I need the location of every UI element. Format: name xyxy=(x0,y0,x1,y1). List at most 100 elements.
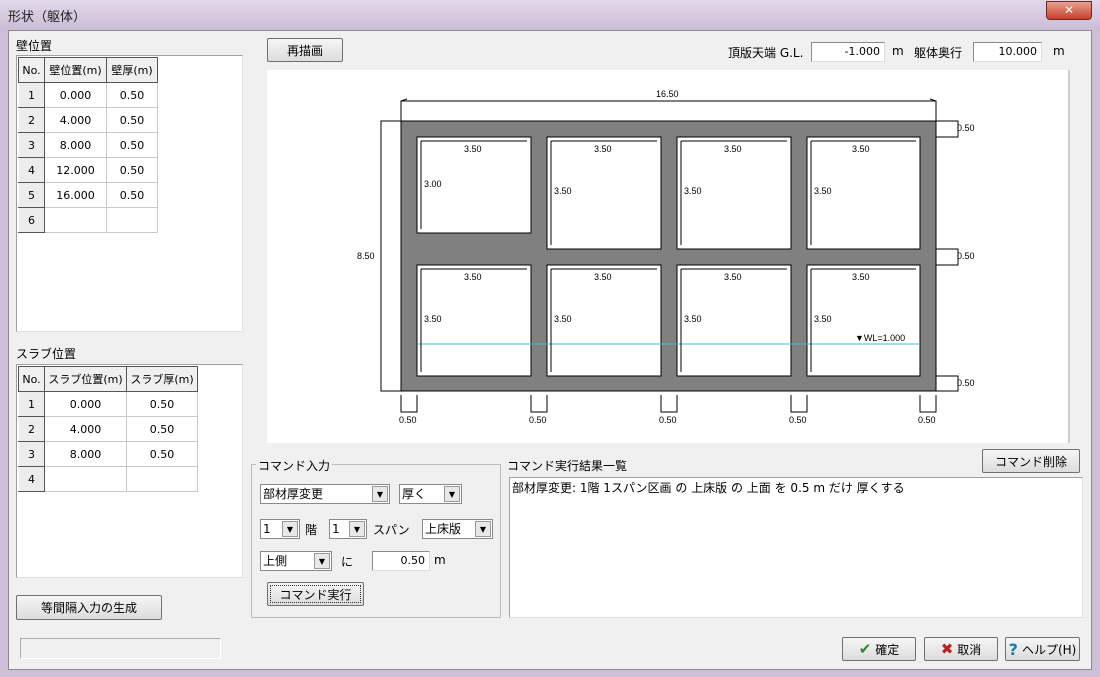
side-select[interactable]: 上側 ▼ xyxy=(260,551,332,571)
slab-table-panel: No. スラブ位置(m) スラブ厚(m) 1 0.000 0.50 2 4.000 0.50… xyxy=(16,364,243,578)
row-no: 4 xyxy=(18,157,45,183)
cell-height-label: 3.50 xyxy=(554,314,572,324)
ok-button[interactable]: ✔ 確定 xyxy=(842,637,916,661)
row-no: 1 xyxy=(18,82,45,108)
cell-height-label: 3.50 xyxy=(814,314,832,324)
chevron-down-icon: ▼ xyxy=(282,521,298,537)
checkmark-icon: ✔ xyxy=(858,640,872,658)
thickness-label: 0.50 xyxy=(957,251,975,261)
thickness-label: 0.50 xyxy=(789,415,807,425)
top-gl-input[interactable]: -1.000 xyxy=(811,42,885,62)
table-row: 4 xyxy=(18,466,198,492)
close-button[interactable]: ✕ xyxy=(1046,1,1092,20)
table-row: 2 4.000 0.50 xyxy=(18,107,158,133)
wall-thickness-cell[interactable]: 0.50 xyxy=(106,82,158,108)
drawing-canvas: 16.50 8.50 3.50 3.50 3.50 3.50 3.50 3.50… xyxy=(267,70,1070,443)
wall-position-cell[interactable]: 8.000 xyxy=(44,132,107,158)
ni-label: に xyxy=(341,555,354,569)
results-list[interactable]: 部材厚変更: 1階 1スパン区画 の 上床版 の 上面 を 0.5 m だけ 厚… xyxy=(509,477,1083,618)
direction-select[interactable]: 厚く ▼ xyxy=(399,484,462,504)
redraw-button[interactable]: 再描画 xyxy=(267,38,343,62)
slab-thickness-cell[interactable]: 0.50 xyxy=(126,391,198,417)
member-select[interactable]: 上床版 ▼ xyxy=(422,519,493,539)
result-line: 部材厚変更: 1階 1スパン区画 の 上床版 の 上面 を 0.5 m だけ 厚… xyxy=(512,481,905,495)
width-dimension xyxy=(400,98,937,121)
wall-thickness-cell[interactable]: 0.50 xyxy=(106,157,158,183)
top-gl-unit: m xyxy=(892,44,904,58)
cell-height-label: 3.50 xyxy=(554,186,572,196)
span-select[interactable]: 1 ▼ xyxy=(329,519,367,539)
col-header: スラブ厚(m) xyxy=(126,366,198,392)
row-no: 1 xyxy=(18,391,45,417)
floor-select[interactable]: 1 ▼ xyxy=(260,519,300,539)
depth-unit: m xyxy=(1053,44,1065,58)
wall-position-cell[interactable]: 4.000 xyxy=(44,107,107,133)
wall-position-cell[interactable]: 16.000 xyxy=(44,182,107,208)
thickness-label: 0.50 xyxy=(529,415,547,425)
cell-height-label: 3.50 xyxy=(424,314,442,324)
row-no: 4 xyxy=(18,466,45,492)
row-no: 6 xyxy=(18,207,45,233)
side-value: 上側 xyxy=(263,554,288,568)
span-label: 3.50 xyxy=(852,272,870,282)
span-label: 3.50 xyxy=(464,272,482,282)
generate-equal-spacing-button[interactable]: 等間隔入力の生成 xyxy=(16,595,162,620)
slab-thickness-cell[interactable]: 0.50 xyxy=(126,441,198,467)
amount-input[interactable]: 0.50 xyxy=(372,551,430,571)
slab-position-label: スラブ位置 xyxy=(16,347,77,361)
slab-position-cell[interactable]: 0.000 xyxy=(44,391,127,417)
help-button[interactable]: ? ヘルプ(H) xyxy=(1005,637,1080,661)
thickness-label: 0.50 xyxy=(659,415,677,425)
span-label: 3.50 xyxy=(464,144,482,154)
span-label: 3.50 xyxy=(594,144,612,154)
results-label: コマンド実行結果一覧 xyxy=(507,459,628,473)
wall-position-cell[interactable]: 0.000 xyxy=(44,82,107,108)
wall-position-cell[interactable] xyxy=(44,207,107,233)
floor-value: 1 xyxy=(263,522,271,536)
table-row: 5 16.000 0.50 xyxy=(18,182,158,208)
table-row: 1 0.000 0.50 xyxy=(18,391,198,417)
wall-thickness-cell[interactable]: 0.50 xyxy=(106,132,158,158)
wall-position-cell[interactable]: 12.000 xyxy=(44,157,107,183)
member-value: 上床版 xyxy=(425,522,462,536)
question-icon: ? xyxy=(1008,639,1018,659)
slab-position-cell[interactable] xyxy=(44,466,127,492)
wall-thickness-dims xyxy=(400,395,937,413)
table-row: 4 12.000 0.50 xyxy=(18,157,158,183)
span-label: 3.50 xyxy=(724,272,742,282)
wall-thickness-cell[interactable] xyxy=(106,207,158,233)
operation-select[interactable]: 部材厚変更 ▼ xyxy=(260,484,390,504)
col-header: No. xyxy=(18,57,45,83)
wall-position-label: 壁位置 xyxy=(16,39,53,53)
height-label: 8.50 xyxy=(357,251,375,261)
water-level-label: ▼WL=1.000 xyxy=(855,333,905,343)
span-label: 3.50 xyxy=(852,144,870,154)
wall-thickness-cell[interactable]: 0.50 xyxy=(106,107,158,133)
slab-position-cell[interactable]: 8.000 xyxy=(44,441,127,467)
cancel-label: 取消 xyxy=(957,642,982,657)
wall-table: No. 壁位置(m) 壁厚(m) 1 0.000 0.50 2 4.000 0.50 3 8.… xyxy=(18,57,158,233)
slab-thickness-cell[interactable] xyxy=(126,466,198,492)
execute-command-button[interactable]: コマンド実行 xyxy=(267,582,364,606)
cancel-button[interactable]: ✖ 取消 xyxy=(924,637,998,661)
chevron-down-icon: ▼ xyxy=(372,486,388,502)
top-gl-label: 頂版天端 G.L. xyxy=(728,46,804,60)
table-row: 3 8.000 0.50 xyxy=(18,132,158,158)
depth-label: 躯体奥行 xyxy=(914,46,963,60)
window-title: 形状（躯体） xyxy=(8,10,87,25)
cell-height-label: 3.50 xyxy=(814,186,832,196)
direction-value: 厚く xyxy=(402,487,427,501)
row-no: 5 xyxy=(18,182,45,208)
depth-input[interactable]: 10.000 xyxy=(973,42,1042,62)
help-label: ヘルプ(H) xyxy=(1021,642,1077,657)
command-delete-button[interactable]: コマンド削除 xyxy=(982,449,1080,473)
col-header: スラブ位置(m) xyxy=(44,366,127,392)
cell-height-label: 3.00 xyxy=(424,179,442,189)
table-row: 1 0.000 0.50 xyxy=(18,82,158,108)
slab-thickness-cell[interactable]: 0.50 xyxy=(126,416,198,442)
wall-thickness-cell[interactable]: 0.50 xyxy=(106,182,158,208)
cell-height-label: 3.50 xyxy=(684,314,702,324)
slab-position-cell[interactable]: 4.000 xyxy=(44,416,127,442)
thickness-label: 0.50 xyxy=(399,415,417,425)
structure-drawing: 16.50 8.50 3.50 3.50 3.50 3.50 3.50 3.50… xyxy=(357,89,975,425)
